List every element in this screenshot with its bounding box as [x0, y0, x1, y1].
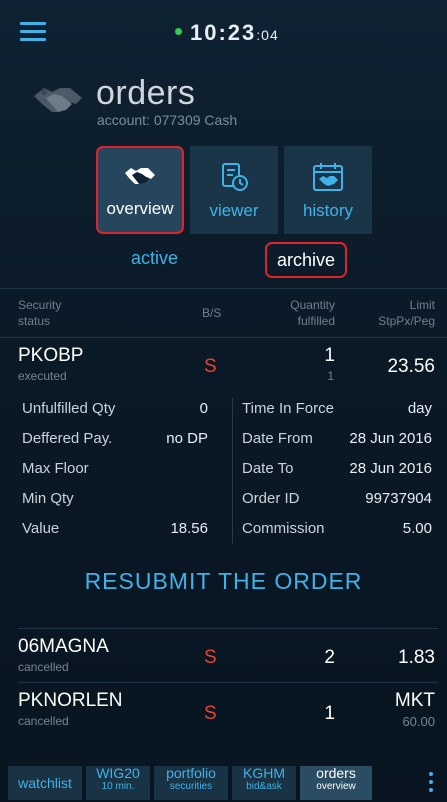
view-viewer-label: viewer	[209, 201, 259, 220]
nav-watchlist[interactable]: watchlist	[8, 766, 82, 800]
col-fulfilled: fulfilled	[297, 314, 335, 328]
order-status: executed	[18, 369, 67, 383]
col-quantity: Quantity	[290, 298, 335, 312]
col-side: B/S	[202, 306, 222, 320]
detail-row: Unfulfilled Qty 0	[22, 394, 208, 424]
detail-key: Date From	[242, 430, 313, 447]
detail-key: Deffered Pay.	[22, 430, 113, 447]
resubmit-order-button[interactable]: RESUBMIT THE ORDER	[0, 568, 447, 595]
nav-label: KGHM	[243, 765, 285, 781]
connection-status-dot	[175, 27, 182, 35]
order-symbol: PKNORLEN	[18, 690, 123, 711]
clock: 10:23:04	[175, 20, 279, 46]
detail-value: 28 Jun 2016	[349, 460, 432, 477]
view-overview-label: overview	[106, 199, 174, 218]
menu-icon[interactable]	[20, 22, 46, 42]
detail-key: Time In Force	[242, 400, 334, 417]
detail-row: Max Floor	[22, 454, 208, 484]
view-overview-button[interactable]: overview	[96, 146, 184, 234]
nav-sublabel: overview	[316, 781, 356, 792]
order-price: 1.83	[398, 647, 435, 668]
handshake-icon	[32, 82, 84, 122]
detail-key: Min Qty	[22, 490, 74, 507]
view-viewer-button[interactable]: viewer	[190, 146, 278, 234]
row-divider	[18, 628, 438, 629]
row-divider	[18, 682, 438, 683]
nav-portfolio[interactable]: portfolio securities	[154, 766, 228, 800]
detail-value: 5.00	[402, 520, 432, 537]
order-side: S	[204, 647, 217, 668]
order-quantity: 1	[324, 345, 335, 366]
order-status: cancelled	[18, 714, 69, 728]
detail-key: Unfulfilled Qty	[22, 400, 116, 417]
calendar-handshake-icon	[313, 163, 343, 191]
document-clock-icon	[222, 163, 248, 191]
order-stop-price: 60.00	[402, 714, 435, 729]
detail-key: Value	[22, 520, 60, 537]
col-stppx: StpPx/Peg	[378, 314, 435, 328]
page-title: orders	[96, 74, 196, 112]
account-label: account: 077309 Cash	[97, 112, 238, 128]
nav-wig20[interactable]: WIG20 10 min.	[86, 766, 150, 800]
order-fulfilled: 1	[327, 369, 334, 383]
nav-kghm[interactable]: KGHM bid&ask	[232, 766, 296, 800]
orders-table-header: Security status B/S Quantity fulfilled L…	[0, 288, 447, 338]
detail-key: Order ID	[242, 490, 300, 507]
handshake-icon	[125, 168, 155, 184]
col-security: Security	[18, 298, 62, 312]
nav-sublabel: bid&ask	[246, 781, 282, 792]
detail-key: Max Floor	[22, 460, 89, 477]
detail-value: 0	[199, 400, 208, 417]
nav-label: watchlist	[18, 775, 72, 791]
nav-label: WIG20	[96, 765, 140, 781]
nav-label: portfolio	[166, 765, 216, 781]
bottom-nav: watchlist WIG20 10 min. portfolio securiti…	[0, 756, 447, 802]
detail-row: Value 18.56	[22, 514, 208, 544]
col-limit: Limit	[409, 298, 435, 312]
order-side: S	[204, 703, 217, 724]
detail-value: no DP	[166, 430, 208, 447]
order-side: S	[204, 356, 217, 377]
detail-row: Time In Force day	[242, 394, 432, 424]
detail-value: day	[407, 400, 432, 417]
view-history-label: history	[302, 201, 354, 220]
tab-active[interactable]: active	[131, 248, 178, 269]
order-symbol: 06MAGNA	[18, 636, 109, 657]
detail-value: 18.56	[170, 520, 208, 537]
nav-sublabel: 10 min.	[101, 781, 135, 792]
order-price: 23.56	[387, 356, 435, 377]
more-options-icon[interactable]	[429, 772, 435, 794]
order-quantity: 1	[324, 703, 335, 724]
order-quantity: 2	[324, 647, 335, 668]
detail-key: Commission	[242, 520, 325, 537]
order-status: cancelled	[18, 660, 69, 674]
col-status: status	[18, 314, 51, 328]
order-row-pknorlen[interactable]: PKNORLEN cancelled S 1 MKT 60.00	[0, 684, 447, 734]
detail-row: Deffered Pay. no DP	[22, 424, 208, 454]
order-symbol: PKOBP	[18, 345, 84, 366]
clock-seconds: :04	[256, 27, 279, 43]
nav-orders[interactable]: orders overview	[300, 766, 372, 800]
detail-row: Order ID 99737904	[242, 484, 432, 514]
tab-archive[interactable]: archive	[265, 242, 347, 278]
detail-value: 28 Jun 2016	[349, 430, 432, 447]
detail-value: 99737904	[365, 490, 432, 507]
nav-label: orders	[316, 765, 356, 781]
detail-row: Commission 5.00	[242, 514, 432, 544]
detail-row: Date From 28 Jun 2016	[242, 424, 432, 454]
detail-row: Date To 28 Jun 2016	[242, 454, 432, 484]
details-divider	[232, 398, 233, 544]
order-row-pkobp[interactable]: PKOBP executed S 1 1 23.56	[0, 339, 447, 391]
nav-sublabel: securities	[169, 781, 213, 792]
clock-hm: 10:23	[190, 20, 257, 45]
order-row-06magna[interactable]: 06MAGNA cancelled S 2 1.83	[0, 630, 447, 680]
order-details: Unfulfilled Qty 0 Deffered Pay. no DP Max …	[22, 394, 434, 550]
order-price: MKT	[394, 690, 435, 711]
detail-row: Min Qty	[22, 484, 208, 514]
view-history-button[interactable]: history	[284, 146, 372, 234]
detail-key: Date To	[242, 460, 294, 477]
